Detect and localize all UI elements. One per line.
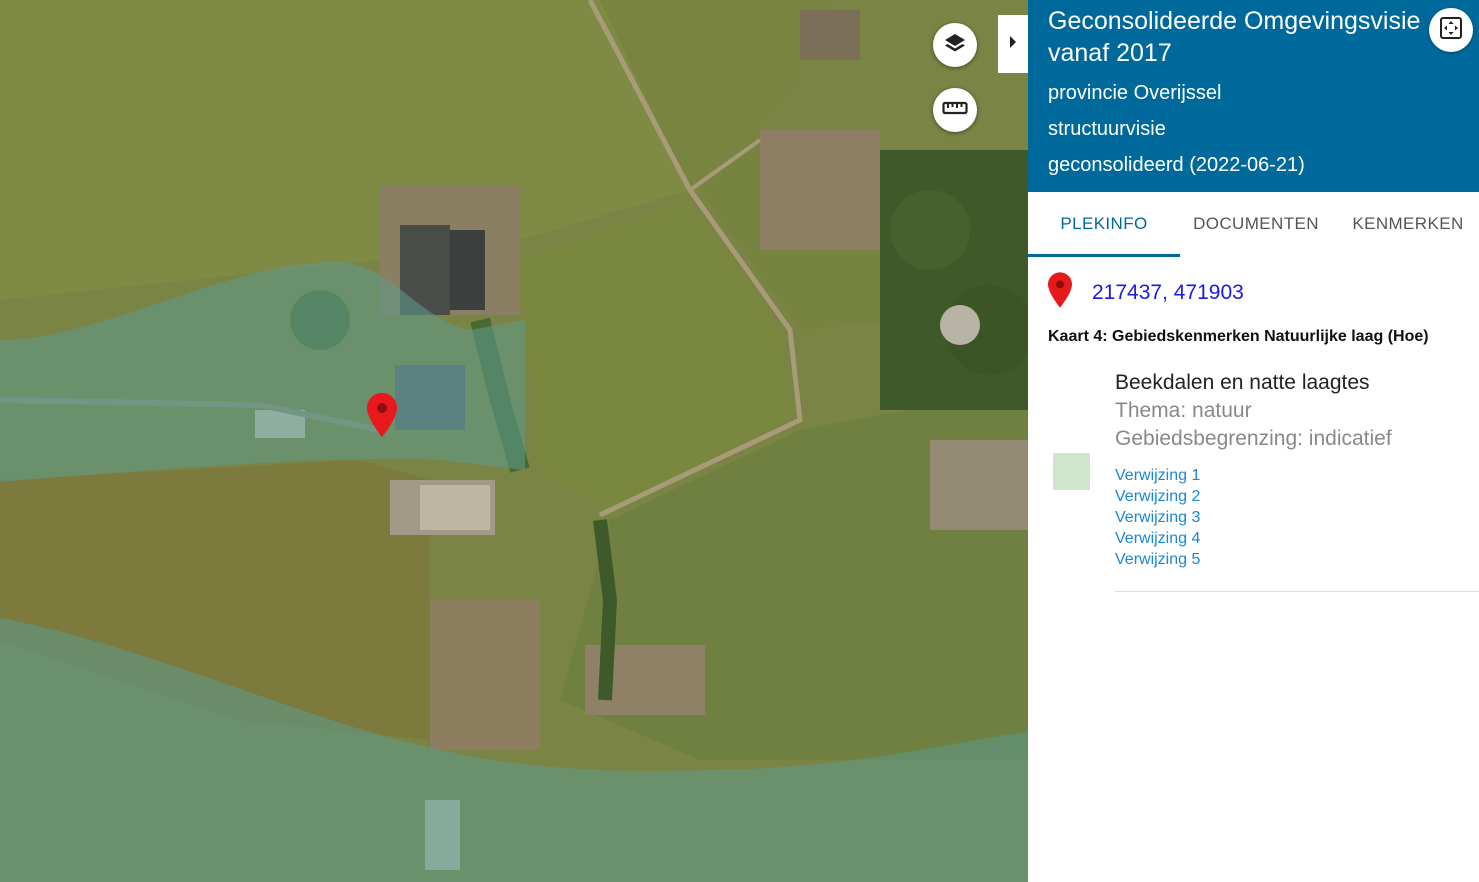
plan-status: geconsolideerd (2022-06-21): [1048, 154, 1305, 176]
divider: [1115, 591, 1479, 592]
map-name: Kaart 4: Gebiedskenmerken Natuurlijke la…: [1048, 328, 1429, 345]
panel-header: Geconsolideerde Omgevingsvisie vanaf 201…: [1028, 0, 1479, 192]
plan-type: structuurvisie: [1048, 118, 1166, 140]
aerial-imagery: [0, 0, 1028, 882]
fullscreen-icon: [1439, 16, 1463, 45]
feature-name: Beekdalen en natte laagtes: [1115, 371, 1370, 394]
location-row: 217437, 471903: [1048, 272, 1244, 313]
plan-title: Geconsolideerde Omgevingsvisie vanaf 201…: [1048, 7, 1421, 67]
legend-swatch: [1053, 453, 1090, 490]
map-pin-icon: [1048, 272, 1072, 313]
feature-details: Beekdalen en natte laagtes Thema: natuur…: [1115, 369, 1479, 570]
reference-link[interactable]: Verwijzing 5: [1115, 549, 1479, 570]
reference-link[interactable]: Verwijzing 3: [1115, 507, 1479, 528]
collapse-panel-button[interactable]: [998, 15, 1028, 73]
map-pin-icon[interactable]: [367, 393, 397, 442]
ruler-icon: [942, 98, 968, 123]
feature-theme: Thema: natuur: [1115, 399, 1252, 422]
reference-link[interactable]: Verwijzing 2: [1115, 486, 1479, 507]
reference-list: Verwijzing 1 Verwijzing 2 Verwijzing 3 V…: [1115, 465, 1479, 570]
chevron-right-icon: [1008, 35, 1018, 54]
tab-documenten[interactable]: DOCUMENTEN: [1180, 192, 1332, 254]
reference-link[interactable]: Verwijzing 4: [1115, 528, 1479, 549]
location-coordinates[interactable]: 217437, 471903: [1092, 281, 1244, 305]
fullscreen-button[interactable]: [1429, 8, 1473, 52]
tab-kenmerken[interactable]: KENMERKEN: [1332, 192, 1479, 254]
reference-link[interactable]: Verwijzing 1: [1115, 465, 1479, 486]
map-view[interactable]: [0, 0, 1028, 882]
measure-button[interactable]: [933, 88, 977, 132]
layers-button[interactable]: [933, 23, 977, 67]
plan-authority: provincie Overijssel: [1048, 82, 1222, 104]
feature-boundary: Gebiedsbegrenzing: indicatief: [1115, 427, 1392, 450]
layers-icon: [943, 31, 967, 60]
tab-plekinfo[interactable]: PLEKINFO: [1028, 192, 1180, 257]
info-panel: Geconsolideerde Omgevingsvisie vanaf 201…: [1028, 0, 1479, 882]
tab-bar: PLEKINFO DOCUMENTEN KENMERKEN: [1028, 192, 1479, 257]
